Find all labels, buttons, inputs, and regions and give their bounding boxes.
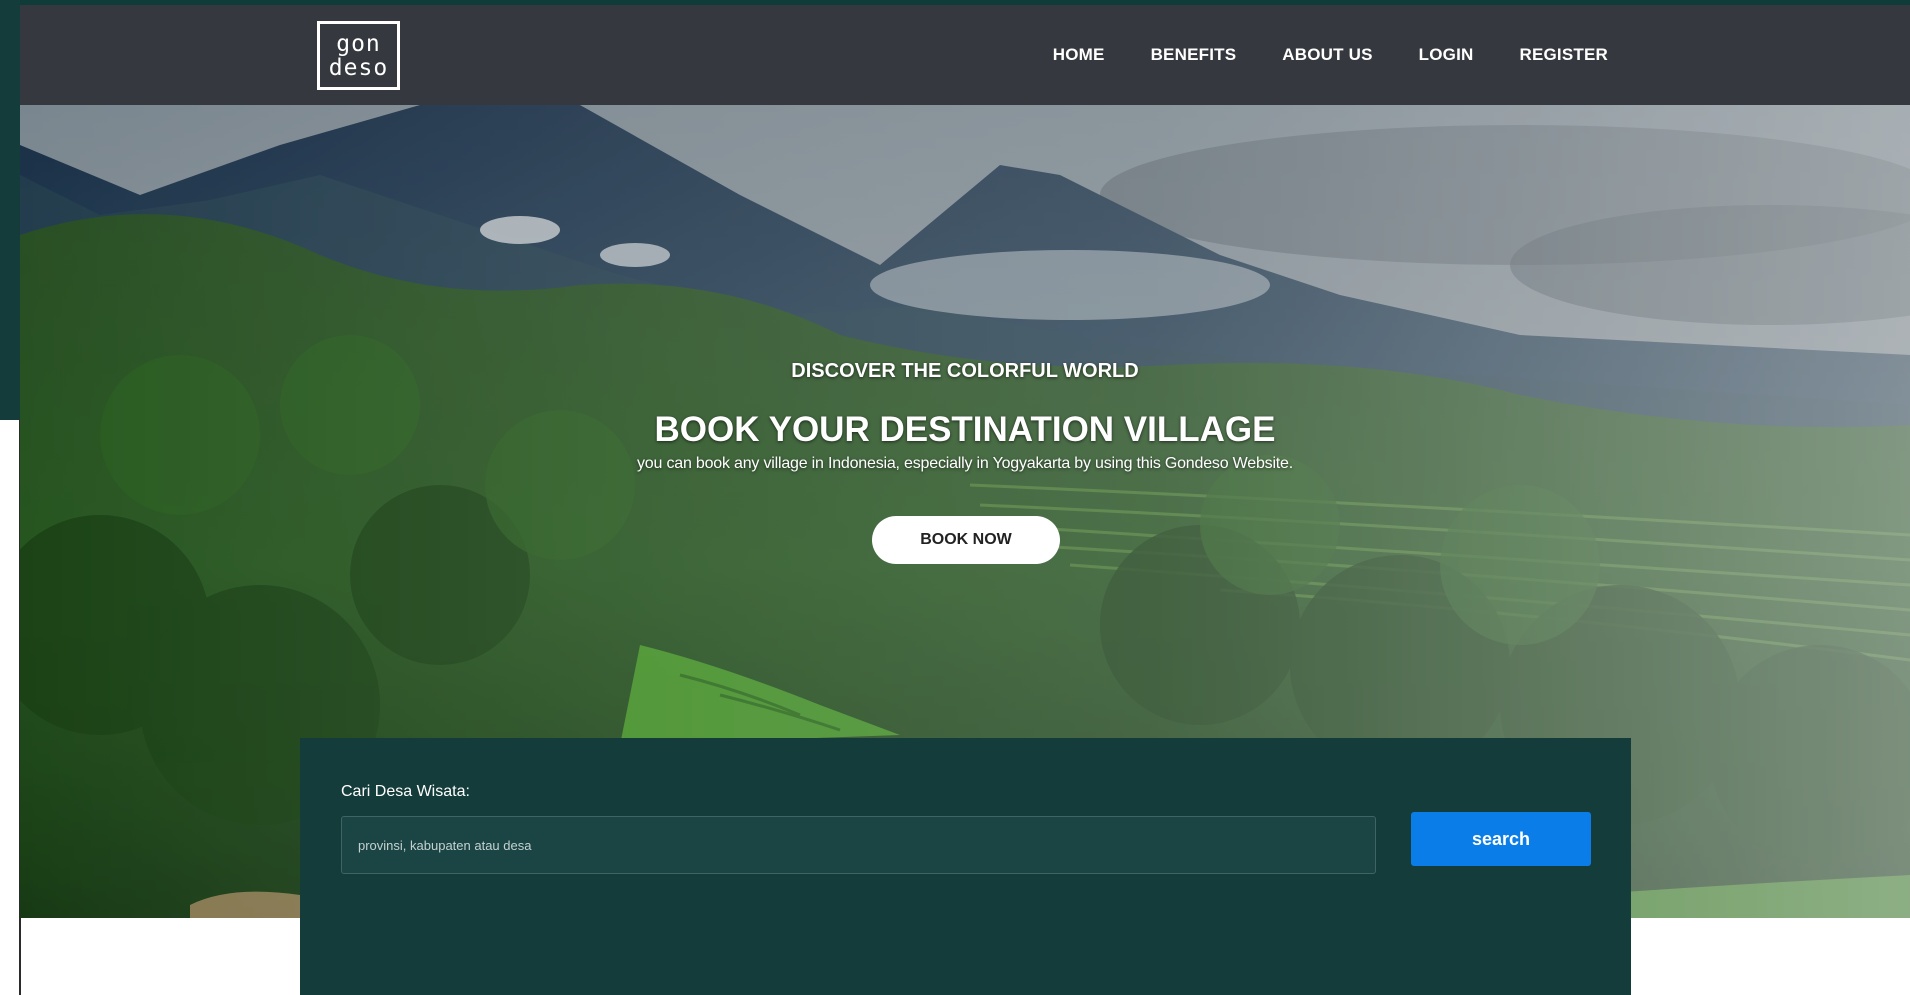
logo-text-bottom: deso (328, 54, 389, 81)
nav-benefits[interactable]: BENEFITS (1151, 45, 1237, 65)
main-nav: HOME BENEFITS ABOUT US LOGIN REGISTER (1053, 5, 1608, 105)
search-button[interactable]: search (1411, 812, 1591, 866)
nav-about-us[interactable]: ABOUT US (1282, 45, 1372, 65)
logo-text-top: gon (336, 30, 381, 57)
search-input[interactable] (341, 816, 1376, 874)
navbar: gon deso HOME BENEFITS ABOUT US LOGIN RE… (20, 5, 1910, 105)
nav-login[interactable]: LOGIN (1419, 45, 1474, 65)
book-now-button[interactable]: BOOK NOW (872, 516, 1060, 564)
hero-description: you can book any village in Indonesia, e… (637, 455, 1293, 472)
nav-register[interactable]: REGISTER (1519, 45, 1608, 65)
page: gon deso HOME BENEFITS ABOUT US LOGIN RE… (0, 0, 1910, 995)
left-accent-strip (0, 0, 20, 420)
nav-home[interactable]: HOME (1053, 45, 1105, 65)
hero-subtitle: DISCOVER THE COLORFUL WORLD (791, 360, 1139, 382)
gondeso-logo[interactable]: gon deso (317, 21, 400, 90)
search-panel: Cari Desa Wisata: search (300, 738, 1631, 995)
search-label: Cari Desa Wisata: (341, 783, 470, 800)
hero-title: BOOK YOUR DESTINATION VILLAGE (654, 410, 1276, 449)
